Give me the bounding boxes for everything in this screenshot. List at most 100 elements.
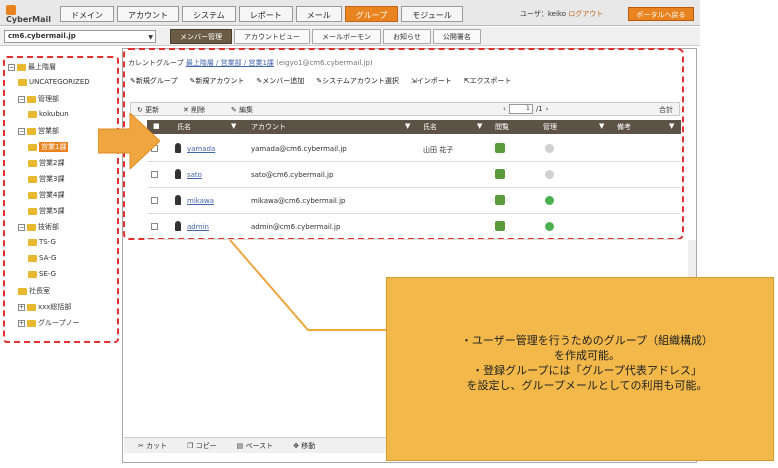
tree-item[interactable]: TS-G <box>28 238 56 246</box>
sort-icon[interactable]: ▼ <box>599 122 604 130</box>
tree-item[interactable]: 営業1課 <box>28 142 69 152</box>
collapse-icon[interactable]: − <box>18 127 25 135</box>
tree-item[interactable]: kokubun <box>28 110 69 118</box>
tab-module[interactable]: モジュール <box>401 6 463 22</box>
folder-icon <box>28 175 37 183</box>
tree-item[interactable]: SE-G <box>28 270 56 278</box>
sort-icon[interactable]: ▼ <box>405 122 410 130</box>
tree-item[interactable]: − 技術部 <box>18 222 59 232</box>
sort-icon[interactable]: ▼ <box>477 122 482 130</box>
user-icon <box>175 221 181 231</box>
tab-account[interactable]: アカウント <box>117 6 179 22</box>
tab-group[interactable]: グループ <box>344 6 399 22</box>
tree-item[interactable]: + グループノー <box>18 318 80 328</box>
paste-button[interactable]: ▤ ペースト <box>237 438 274 453</box>
tree-item[interactable]: − 最上階層 <box>8 62 56 72</box>
edit-button[interactable]: ✎ 編集 <box>231 105 253 115</box>
tree-item-label: グループノー <box>38 319 80 327</box>
subtab-member[interactable]: メンバー管理 <box>170 29 232 44</box>
view-permission-icon[interactable] <box>495 195 505 205</box>
collapse-icon[interactable]: − <box>8 63 15 71</box>
folder-icon <box>27 319 36 327</box>
table-row[interactable]: sato sato@cm6.cybermail.jp <box>147 162 681 188</box>
tree-item[interactable]: 営業3課 <box>28 174 64 184</box>
collapse-icon[interactable]: − <box>18 95 25 103</box>
account-name-link[interactable]: yamada <box>187 145 215 153</box>
admin-status-icon[interactable] <box>545 144 554 153</box>
import-button[interactable]: ⇲インポート <box>411 76 452 86</box>
cut-button[interactable]: ✂ カット <box>138 438 167 453</box>
tree-item[interactable]: + xxx総括部 <box>18 302 71 312</box>
add-member-button[interactable]: ✎メンバー追加 <box>256 76 304 86</box>
col-name[interactable]: 氏名 <box>177 122 191 132</box>
tree-item-label: SA-G <box>39 254 57 262</box>
view-permission-icon[interactable] <box>495 169 505 179</box>
table-row[interactable]: mikawa mikawa@cm6.cybermail.jp <box>147 188 681 214</box>
folder-icon <box>27 223 36 231</box>
next-page-icon[interactable]: › <box>546 105 549 113</box>
folder-icon <box>28 270 37 278</box>
user-info: ユーザ：keiko ログアウト <box>520 10 604 18</box>
view-permission-icon[interactable] <box>495 221 505 231</box>
view-permission-icon[interactable] <box>495 143 505 153</box>
move-button[interactable]: ✥ 移動 <box>293 438 315 453</box>
expand-icon[interactable]: + <box>18 303 25 311</box>
export-button[interactable]: ⇱エクスポート <box>464 76 512 86</box>
copy-button[interactable]: ❐ コピー <box>187 438 217 453</box>
new-account-button[interactable]: ✎新規アカウント <box>189 76 244 86</box>
tree-item[interactable]: 営業4課 <box>28 190 64 200</box>
tree-item[interactable]: 営業2課 <box>28 158 64 168</box>
tree-item-label: 営業3課 <box>39 175 65 183</box>
row-checkbox[interactable] <box>151 223 158 230</box>
row-checkbox[interactable] <box>151 197 158 204</box>
collapse-icon[interactable]: − <box>18 223 25 231</box>
account-name-link[interactable]: sato <box>187 171 202 179</box>
admin-status-icon[interactable] <box>545 196 554 205</box>
sort-icon[interactable]: ▼ <box>669 122 674 130</box>
prev-page-icon[interactable]: ‹ <box>503 105 506 113</box>
account-name-link[interactable]: admin <box>187 223 209 231</box>
col-view[interactable]: 閲覧 <box>495 122 509 132</box>
col-fullname[interactable]: 氏名 <box>423 122 437 132</box>
table-row[interactable]: admin admin@cm6.cybermail.jp <box>147 214 681 240</box>
tree-item[interactable]: UNCATEGORIZED <box>18 78 90 86</box>
col-notes[interactable]: 備考 <box>617 122 631 132</box>
callout-text: ・ユーザー管理を行うためのグループ（組織構成） を作成可能。 ・登録グループには… <box>460 334 714 392</box>
tree-item[interactable]: − 営業部 <box>18 126 59 136</box>
logo-icon <box>6 5 16 15</box>
account-address: yamada@cm6.cybermail.jp <box>251 145 347 153</box>
domain-select[interactable]: cm6.cybermail.jp ▼ <box>4 30 156 43</box>
select-system-account-button[interactable]: ✎システムアカウント選択 <box>316 76 399 86</box>
logout-link[interactable]: ログアウト <box>568 10 603 18</box>
tree-item-label: SE-G <box>39 270 57 278</box>
folder-icon <box>18 78 27 86</box>
admin-status-icon[interactable] <box>545 170 554 179</box>
tab-report[interactable]: レポート <box>238 6 293 22</box>
breadcrumb-path[interactable]: 最上階層 / 営業部 / 営業1課 <box>186 59 274 67</box>
subtab-account-view[interactable]: アカウントビュー <box>234 29 310 44</box>
tree-item[interactable]: 社長室 <box>18 286 50 296</box>
tab-system[interactable]: システム <box>182 6 236 22</box>
admin-status-icon[interactable] <box>545 222 554 231</box>
tree-item-label: kokubun <box>39 110 69 118</box>
col-admin[interactable]: 管理 <box>543 122 557 132</box>
tab-mail[interactable]: メール <box>295 6 342 22</box>
sort-icon[interactable]: ▼ <box>231 122 236 130</box>
subtab-signature[interactable]: 公開署名 <box>432 29 481 44</box>
expand-icon[interactable]: + <box>18 319 25 327</box>
page-input[interactable]: 1 <box>508 104 533 114</box>
subtab-mail-daemon[interactable]: メールボーモン <box>312 29 381 44</box>
col-account[interactable]: アカウント <box>251 122 286 132</box>
new-group-button[interactable]: ✎新規グループ <box>130 76 177 86</box>
delete-button[interactable]: ✕ 削除 <box>183 105 205 115</box>
tab-domain[interactable]: ドメイン <box>60 6 114 22</box>
account-name-link[interactable]: mikawa <box>187 197 214 205</box>
table-row[interactable]: yamada yamada@cm6.cybermail.jp 山田 花子 <box>147 136 681 162</box>
subtab-notice[interactable]: お知らせ <box>383 29 431 44</box>
tree-item[interactable]: SA-G <box>28 254 56 262</box>
row-checkbox[interactable] <box>151 171 158 178</box>
portal-button[interactable]: ポータルへ戻る <box>628 7 694 21</box>
tree-item-label: 営業5課 <box>39 207 65 215</box>
tree-item[interactable]: 営業5課 <box>28 206 64 216</box>
tree-item[interactable]: − 管理部 <box>18 94 59 104</box>
